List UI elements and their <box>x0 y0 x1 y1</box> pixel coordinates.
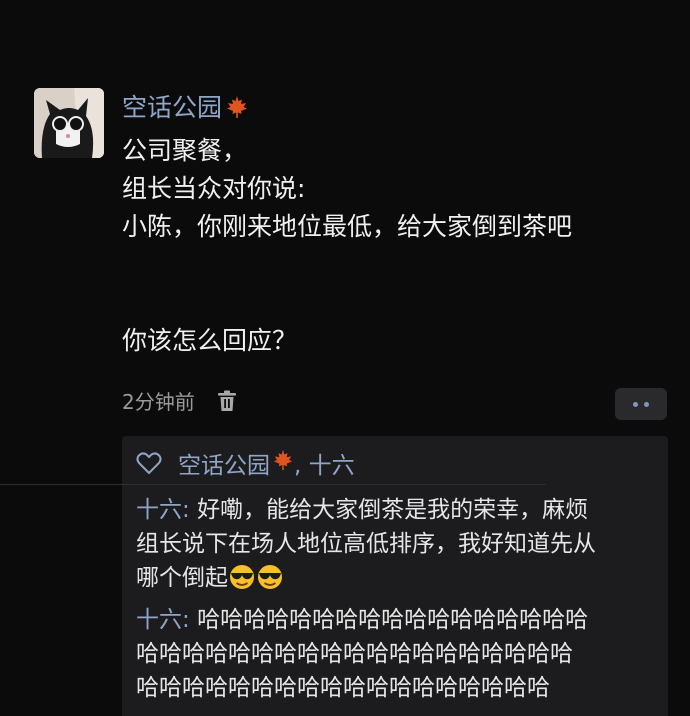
post-meta: 2分钟前 <box>122 386 237 415</box>
avatar-cat-image <box>34 88 104 158</box>
comment-separator: : <box>182 497 198 523</box>
comment-line: 哈哈哈哈哈哈哈哈哈哈哈哈哈哈哈哈哈哈哈 <box>136 641 573 667</box>
comment-text: 好嘞，能给大家倒茶是我的荣幸，麻烦 <box>197 497 589 523</box>
post-line: 公司聚餐， <box>122 136 248 165</box>
avatar[interactable] <box>34 88 104 158</box>
more-button[interactable] <box>615 388 667 420</box>
comment-line: 哈哈哈哈哈哈哈哈哈哈哈哈哈哈哈哈哈哈 <box>136 675 550 701</box>
comment-line: 十六: 哈哈哈哈哈哈哈哈哈哈哈哈哈哈哈哈哈 <box>136 603 666 637</box>
trash-icon[interactable] <box>217 390 237 412</box>
comment-text: 哈哈哈哈哈哈哈哈哈哈哈哈哈哈哈哈哈 <box>197 607 589 633</box>
divider <box>0 484 546 485</box>
liker-name[interactable]: 空话公园 <box>178 446 270 480</box>
more-icon <box>644 401 649 407</box>
post-username[interactable]: 空话公园 <box>122 91 249 128</box>
sunglasses-emoji <box>256 564 284 590</box>
moment-post: 空话公园 公司聚餐， 组长当众对你说: 小陈，你刚来地位最低，给大家倒到茶吧 你… <box>0 0 690 716</box>
comment-author[interactable]: 十六 <box>136 497 182 523</box>
more-icon <box>633 401 638 407</box>
comment-line: 组长说下在场人地位高低排序，我好知道先从 <box>136 531 596 557</box>
comment-line: 哪个倒起 <box>136 561 666 595</box>
comment-separator: : <box>182 607 198 633</box>
post-line: 小陈，你刚来地位最低，给大家倒到茶吧 <box>122 212 573 241</box>
post-question: 你该怎么回应？ <box>122 326 298 355</box>
comment-text: 哪个倒起 <box>136 565 228 591</box>
heart-icon[interactable] <box>136 451 162 475</box>
maple-leaf-icon <box>272 449 294 477</box>
post-line: 组长当众对你说: <box>122 174 306 203</box>
post-content: 公司聚餐， 组长当众对你说: 小陈，你刚来地位最低，给大家倒到茶吧 你该怎么回应… <box>122 132 682 360</box>
sunglasses-emoji <box>228 564 256 590</box>
likes-rest[interactable]: , 十六 <box>294 446 355 480</box>
comment-item[interactable]: 十六: 哈哈哈哈哈哈哈哈哈哈哈哈哈哈哈哈哈 哈哈哈哈哈哈哈哈哈哈哈哈哈哈哈哈哈哈… <box>136 603 666 705</box>
comment-author[interactable]: 十六 <box>136 607 182 633</box>
comment-item[interactable]: 十六: 好嘞，能给大家倒茶是我的荣幸，麻烦 组长说下在场人地位高低排序，我好知道… <box>136 493 666 595</box>
maple-leaf-icon <box>225 94 249 128</box>
post-time: 2分钟前 <box>122 390 195 414</box>
comment-line: 十六: 好嘞，能给大家倒茶是我的荣幸，麻烦 <box>136 493 666 527</box>
comment-list: 十六: 好嘞，能给大家倒茶是我的荣幸，麻烦 组长说下在场人地位高低排序，我好知道… <box>136 493 666 713</box>
likes-row: 空话公园 , 十六 <box>136 444 355 482</box>
username-text[interactable]: 空话公园 <box>122 93 222 122</box>
